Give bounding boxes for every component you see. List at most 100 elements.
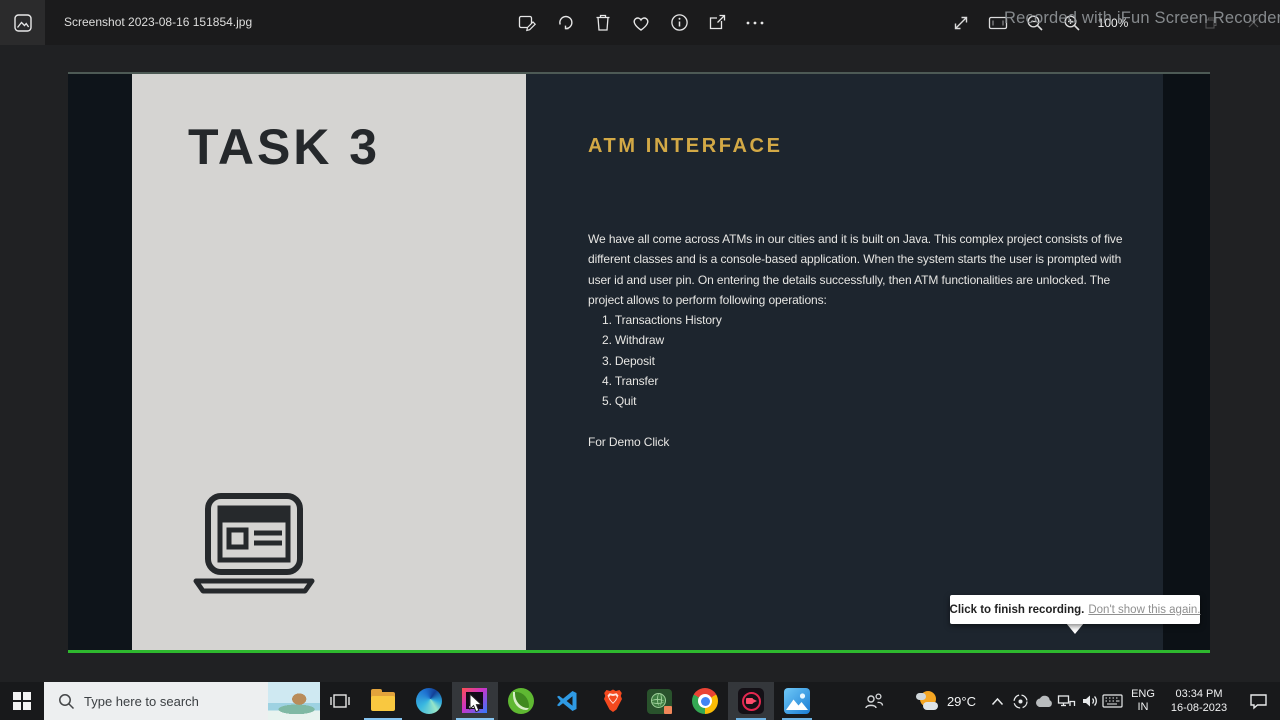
taskbar-app-eclipse[interactable] [636, 682, 682, 720]
task-title: TASK 3 [188, 119, 381, 175]
close-icon [1248, 17, 1258, 28]
taskbar-app-ifun-screen-recorder[interactable] [728, 682, 774, 720]
slide-right-edge [1163, 74, 1210, 650]
photo-viewer-area: TASK 3 ATM INTERFACE We have all come ac… [0, 45, 1280, 682]
clock[interactable]: 03:34 PM 16-08-2023 [1162, 687, 1236, 715]
dont-show-again-link[interactable]: Don't show this again. [1088, 604, 1200, 616]
operations-list: Transactions History Withdraw Deposit Tr… [588, 310, 1128, 411]
cloud-icon [1035, 695, 1052, 707]
zoom-in-icon [1063, 14, 1080, 31]
taskbar-app-photos[interactable] [774, 682, 820, 720]
resize-diagonal-icon [954, 16, 967, 29]
list-item: Transfer [614, 374, 659, 389]
info-button[interactable] [660, 0, 698, 45]
tooltip-pointer [1066, 623, 1084, 634]
taskbar: 29°C [0, 682, 1280, 720]
region-code: IN [1137, 701, 1149, 713]
ifun-screen-recorder-icon [738, 688, 764, 714]
zoom-out-icon [1026, 14, 1043, 31]
edit-button[interactable] [508, 0, 546, 45]
onedrive-button[interactable] [1032, 682, 1055, 720]
eclipse-icon [646, 688, 672, 714]
window-controls [1190, 0, 1274, 45]
tooltip-message: Click to finish recording. [949, 603, 1085, 616]
list-item: Withdraw [614, 333, 665, 348]
list-item: Transactions History [614, 313, 722, 328]
zoom-level: 100% [1097, 15, 1129, 30]
list-item: Quit [614, 394, 637, 409]
list-item: Deposit [614, 353, 655, 368]
slide-paragraph: We have all come across ATMs in our citi… [588, 232, 1123, 307]
taskbar-app-intellij-idea[interactable] [452, 682, 498, 720]
slide-heading: ATM INTERFACE [588, 135, 783, 157]
close-window-button[interactable] [1232, 0, 1274, 45]
slideshow-icon [988, 16, 1007, 29]
taskbar-app-edge[interactable] [406, 682, 452, 720]
action-center-button[interactable] [1236, 682, 1280, 720]
taskbar-app-vscode[interactable] [544, 682, 590, 720]
taskbar-search[interactable] [44, 682, 320, 720]
laptop-browser-icon [193, 493, 315, 594]
search-input[interactable] [84, 693, 234, 709]
weather-widget[interactable]: 29°C [906, 682, 986, 720]
start-button[interactable] [0, 682, 44, 720]
taskbar-app-spring-tool-suite[interactable] [498, 682, 544, 720]
speaker-icon [1082, 695, 1097, 707]
search-icon [59, 693, 75, 709]
taskbar-app-file-explorer[interactable] [360, 682, 406, 720]
rotate-button[interactable] [546, 0, 584, 45]
photos-toolbar [508, 0, 774, 45]
recorder-tray-icon [1013, 693, 1028, 709]
touch-keyboard-button[interactable] [1101, 682, 1124, 720]
taskbar-app-chrome[interactable] [682, 682, 728, 720]
share-button[interactable] [698, 0, 736, 45]
volume-button[interactable] [1078, 682, 1101, 720]
delete-button[interactable] [584, 0, 622, 45]
photos-app-icon [784, 688, 810, 714]
task-view-icon [330, 694, 350, 708]
windows-logo-icon [12, 691, 32, 711]
network-button[interactable] [1055, 682, 1078, 720]
zoom-in-button[interactable] [1053, 0, 1090, 45]
spring-icon [508, 688, 534, 714]
more-options-button[interactable] [736, 0, 774, 45]
date: 16-08-2023 [1170, 702, 1228, 714]
task-view-button[interactable] [320, 682, 360, 720]
heart-icon [633, 16, 649, 31]
window-title: Screenshot 2023-08-16 151854.jpg [64, 15, 253, 29]
slide-text-column: We have all come across ATMs in our citi… [588, 229, 1128, 452]
share-icon [709, 14, 725, 30]
fit-to-window-button[interactable] [942, 0, 979, 45]
show-hidden-icons-button[interactable] [986, 682, 1009, 720]
photos-app-menu-button[interactable] [0, 0, 45, 45]
recorder-tray-button[interactable] [1009, 682, 1032, 720]
people-button[interactable] [852, 682, 896, 720]
notification-icon [1249, 693, 1267, 710]
info-icon [670, 14, 688, 31]
viewed-screenshot: TASK 3 ATM INTERFACE We have all come ac… [68, 72, 1210, 653]
recording-region-bottom-border [68, 650, 1210, 653]
photo-icon [13, 13, 32, 32]
slideshow-button[interactable] [979, 0, 1016, 45]
rotate-icon [558, 15, 573, 30]
slide-left-edge [68, 74, 132, 653]
taskbar-apps [360, 682, 820, 720]
language-indicator[interactable]: ENG IN [1124, 688, 1162, 714]
favorite-button[interactable] [622, 0, 660, 45]
maximize-restore-button[interactable] [1190, 0, 1232, 45]
weather-icon [915, 690, 940, 712]
vscode-icon [557, 691, 577, 711]
people-icon [865, 693, 884, 709]
slide-left-panel: TASK 3 [132, 74, 526, 650]
keyboard-icon [1102, 694, 1123, 708]
photos-app-titlebar: Screenshot 2023-08-16 151854.jpg 100% Re… [0, 0, 1280, 45]
recorder-tooltip: Click to finish recording. Don't show th… [949, 595, 1201, 624]
edge-icon [416, 688, 442, 714]
search-highlight-image[interactable] [268, 682, 320, 720]
zoom-out-button[interactable] [1016, 0, 1053, 45]
taskbar-app-brave[interactable] [590, 682, 636, 720]
time: 03:34 PM [1175, 688, 1223, 700]
edit-icon [518, 15, 536, 32]
mouse-cursor [469, 693, 483, 713]
chrome-icon [692, 688, 718, 714]
